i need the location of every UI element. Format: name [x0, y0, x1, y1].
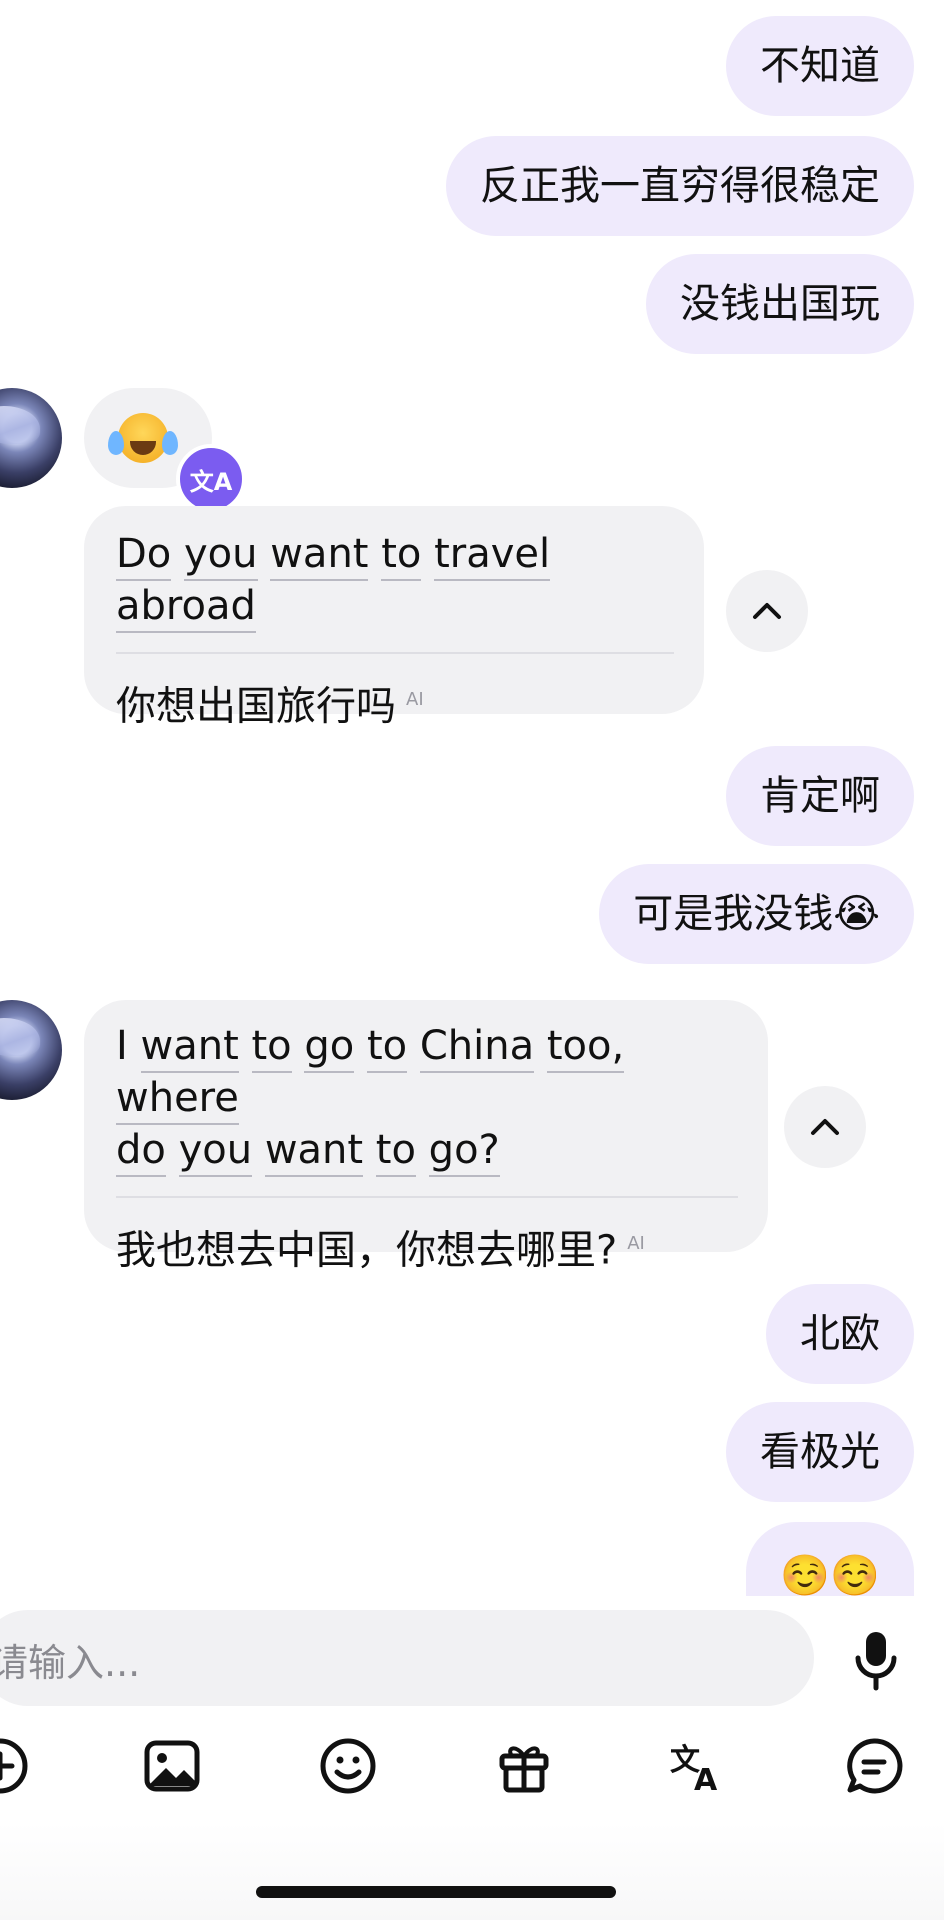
word[interactable]: Do	[116, 531, 172, 581]
chat-button[interactable]	[844, 1736, 904, 1796]
tears-of-joy-emoji-icon	[108, 413, 178, 463]
message-incoming-translated[interactable]: Do you want to travel abroad 你想出国旅行吗 AI	[84, 506, 704, 729]
word[interactable]: to	[251, 1023, 292, 1073]
word[interactable]: China	[419, 1023, 535, 1073]
translate-button[interactable]: 文A	[668, 1736, 728, 1798]
word[interactable]: want	[140, 1023, 239, 1073]
word[interactable]: you	[184, 531, 258, 581]
translate-icon: 文A	[670, 1743, 718, 1798]
add-icon	[0, 1738, 28, 1794]
original-text: I want to go to China too, where do you …	[116, 1020, 738, 1177]
ai-label: AI	[406, 689, 424, 710]
home-indicator[interactable]	[256, 1886, 616, 1898]
input-placeholder: 请输入...	[0, 1641, 141, 1685]
emoji-icon	[320, 1738, 376, 1794]
ai-label: AI	[627, 1233, 645, 1254]
word[interactable]: travel	[434, 531, 551, 581]
gift-button[interactable]	[494, 1736, 554, 1796]
word[interactable]: abroad	[116, 583, 256, 633]
word[interactable]: where	[116, 1075, 239, 1125]
svg-text:A: A	[694, 1763, 718, 1796]
gift-icon	[499, 1746, 549, 1793]
word[interactable]: too,	[546, 1023, 625, 1073]
word[interactable]: you	[178, 1127, 253, 1177]
add-button[interactable]	[0, 1736, 30, 1796]
word[interactable]: want	[270, 531, 369, 581]
translate-icon: 文A	[189, 467, 233, 496]
word[interactable]: do	[116, 1127, 166, 1177]
message-outgoing[interactable]: 反正我一直穷得很稳定	[446, 136, 914, 236]
chevron-up-icon	[753, 603, 781, 619]
word[interactable]: want	[264, 1127, 364, 1177]
translation-text: 我也想去中国，你想去哪里? AI	[116, 1216, 738, 1278]
message-outgoing[interactable]: ☺️☺️	[746, 1522, 914, 1596]
word[interactable]: go?	[428, 1127, 500, 1177]
word[interactable]: to	[375, 1127, 416, 1177]
translation-label: 你想出国旅行吗	[116, 683, 396, 730]
original-text: Do you want to travel abroad	[116, 528, 674, 633]
emoji-button[interactable]	[318, 1736, 378, 1796]
word[interactable]: to	[381, 531, 422, 581]
message-outgoing[interactable]: 不知道	[726, 16, 914, 116]
message-incoming-translated[interactable]: I want to go to China too, where do you …	[84, 1000, 768, 1273]
message-outgoing[interactable]: 北欧	[766, 1284, 914, 1384]
message-outgoing[interactable]: 看极光	[726, 1402, 914, 1502]
microphone-icon	[855, 1632, 897, 1691]
image-icon	[144, 1740, 200, 1792]
translation-text: 你想出国旅行吗 AI	[116, 672, 674, 734]
translate-badge[interactable]: 文A	[176, 444, 246, 514]
word[interactable]: go	[304, 1023, 355, 1073]
image-button[interactable]	[142, 1736, 202, 1796]
collapse-translation-button[interactable]	[784, 1086, 866, 1168]
message-outgoing[interactable]: 可是我没钱😭	[599, 864, 914, 964]
voice-button[interactable]	[846, 1628, 906, 1692]
chevron-up-icon	[811, 1119, 839, 1135]
message-outgoing[interactable]: 肯定啊	[726, 746, 914, 846]
divider	[116, 1196, 738, 1198]
word[interactable]: I	[116, 1023, 128, 1069]
divider	[116, 652, 674, 654]
word[interactable]: to	[366, 1023, 408, 1073]
avatar[interactable]	[0, 388, 62, 488]
translation-label: 我也想去中国，你想去哪里?	[116, 1227, 618, 1274]
message-outgoing[interactable]: 没钱出国玩	[646, 254, 914, 354]
collapse-translation-button[interactable]	[726, 570, 808, 652]
avatar[interactable]	[0, 1000, 62, 1100]
chat-icon	[847, 1738, 903, 1794]
